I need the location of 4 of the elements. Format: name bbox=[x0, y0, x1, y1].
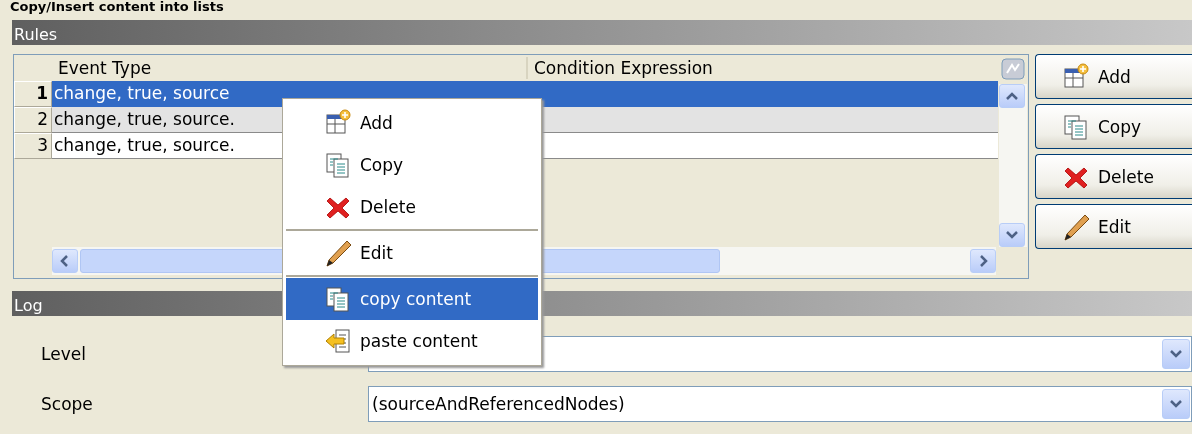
page-title: Copy/Insert content into lists bbox=[9, 0, 225, 14]
field-label: Level bbox=[41, 344, 86, 364]
section-header: Rules bbox=[12, 20, 1192, 45]
field-label: Scope bbox=[41, 394, 93, 414]
